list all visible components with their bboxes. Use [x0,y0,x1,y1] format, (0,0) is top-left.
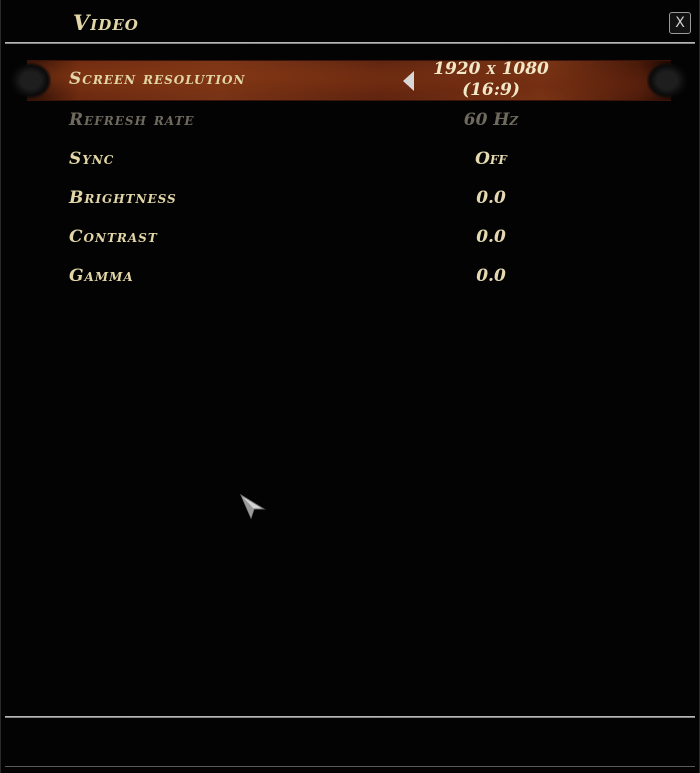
setting-label: Sync [69,149,115,169]
setting-value: 1920 x 1080 (16:9) [421,59,561,101]
footer-divider [5,716,695,718]
setting-label: Brightness [69,188,177,208]
video-settings-window: Video X Screen resolution 1920 x 1080 (1… [0,0,700,773]
setting-label: Screen resolution [69,69,246,89]
setting-row-refresh-rate: Refresh rate 60 Hz [1,101,700,140]
setting-value: 0.0 [476,188,506,208]
setting-row-sync[interactable]: Sync Off [1,140,700,179]
close-icon[interactable]: X [675,15,685,31]
setting-row-contrast[interactable]: Contrast 0.0 [1,218,700,257]
setting-label: Refresh rate [69,110,195,130]
setting-label: Contrast [69,227,158,247]
settings-list: Screen resolution 1920 x 1080 (16:9) Ref… [1,59,700,296]
aspect-ratio-value: (16:9) [462,80,520,100]
setting-value: Off [475,149,507,169]
setting-value: 60 Hz [463,110,519,130]
setting-value: 0.0 [476,266,506,286]
setting-row-gamma[interactable]: Gamma 0.0 [1,257,700,296]
mouse-cursor-icon [240,494,266,520]
window-title: Video [73,10,139,35]
bottom-border [5,766,695,767]
header-divider [5,42,695,44]
setting-row-screen-resolution[interactable]: Screen resolution 1920 x 1080 (16:9) [11,59,687,101]
arrow-left-icon[interactable] [403,71,414,91]
resolution-value: 1920 x 1080 [433,59,549,79]
setting-value: 0.0 [476,227,506,247]
setting-row-brightness[interactable]: Brightness 0.0 [1,179,700,218]
close-button[interactable]: X [669,12,691,34]
setting-label: Gamma [69,266,134,286]
